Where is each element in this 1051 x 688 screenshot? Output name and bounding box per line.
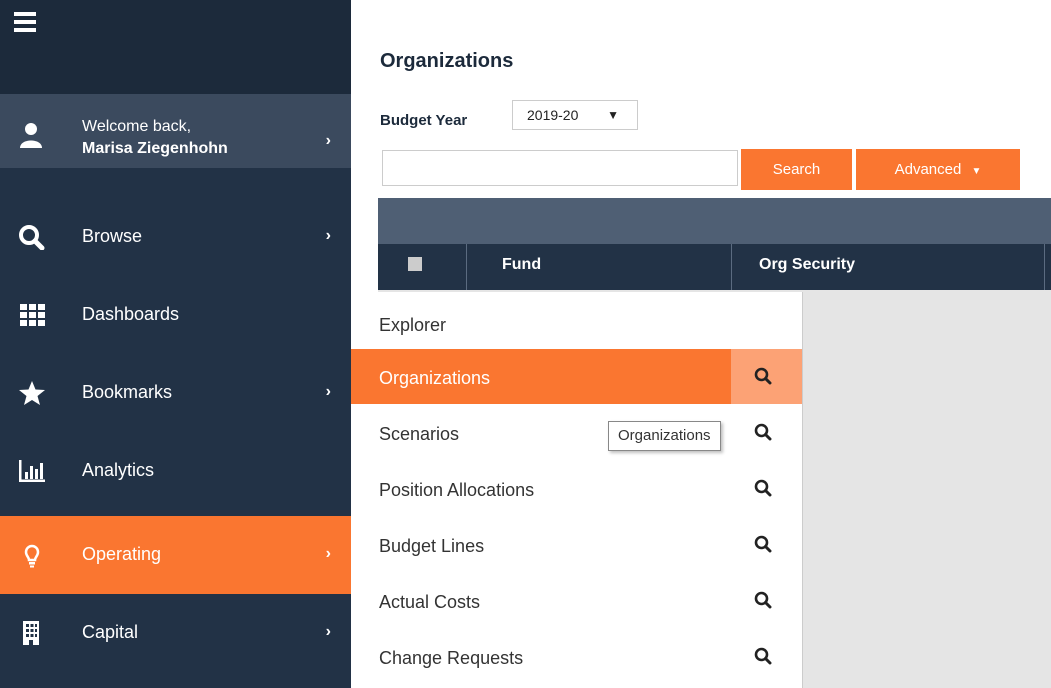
sidebar-item-bookmarks[interactable]: Bookmarks › bbox=[0, 354, 351, 432]
budget-year-label: Budget Year bbox=[380, 112, 468, 129]
menu-item-label: Budget Lines bbox=[379, 536, 485, 556]
search-icon[interactable] bbox=[754, 423, 772, 441]
search-input[interactable] bbox=[382, 150, 738, 186]
tooltip: Organizations bbox=[608, 421, 721, 451]
sidebar-item-browse[interactable]: Browse › bbox=[0, 198, 351, 276]
grid-icon bbox=[20, 304, 45, 326]
search-icon[interactable] bbox=[754, 367, 772, 385]
caret-down-icon: ▼ bbox=[607, 108, 619, 122]
sidebar-item-label: Analytics bbox=[82, 460, 155, 480]
column-divider bbox=[1044, 244, 1045, 290]
welcome-text: Welcome back, bbox=[82, 118, 192, 135]
menu-item-budget-lines[interactable]: Budget Lines bbox=[351, 517, 802, 572]
column-header-org-security[interactable]: Org Security bbox=[759, 256, 855, 274]
search-icon[interactable] bbox=[754, 647, 772, 665]
sidebar-item-label: Dashboards bbox=[82, 304, 180, 324]
user-icon bbox=[20, 123, 42, 148]
menu-item-label: Explorer bbox=[379, 315, 447, 335]
menu-item-position-allocations[interactable]: Position Allocations bbox=[351, 461, 802, 516]
sidebar-item-label: Capital bbox=[82, 622, 139, 642]
menu-item-label: Position Allocations bbox=[379, 480, 535, 500]
sidebar-item-label: Browse bbox=[82, 226, 143, 246]
sidebar-item-dashboards[interactable]: Dashboards bbox=[0, 276, 351, 354]
column-divider bbox=[466, 244, 467, 290]
bar-chart-icon bbox=[19, 460, 45, 482]
column-divider bbox=[731, 244, 732, 290]
menu-item-scenarios[interactable]: Scenarios bbox=[351, 405, 802, 460]
building-icon bbox=[23, 621, 39, 645]
search-icon[interactable] bbox=[754, 591, 772, 609]
star-icon bbox=[19, 381, 45, 405]
user-profile[interactable]: Welcome back, Marisa Ziegenhohn › bbox=[0, 94, 351, 168]
menu-item-explorer[interactable]: Explorer bbox=[351, 296, 802, 351]
menu-item-actual-costs[interactable]: Actual Costs bbox=[351, 573, 802, 628]
sidebar: Welcome back, Marisa Ziegenhohn › Browse… bbox=[0, 0, 351, 688]
grid-header-row: Fund Org Security bbox=[378, 244, 1051, 290]
sidebar-item-capital[interactable]: Capital › bbox=[0, 594, 351, 672]
menu-item-organizations[interactable]: Organizations bbox=[351, 349, 802, 404]
menu-item-label: Organizations bbox=[379, 368, 491, 388]
operating-submenu: Explorer Organizations Scenarios Positio… bbox=[351, 292, 803, 688]
search-icon[interactable] bbox=[754, 535, 772, 553]
menu-item-label: Change Requests bbox=[379, 648, 524, 668]
lightbulb-icon bbox=[24, 544, 40, 568]
menu-item-change-requests[interactable]: Change Requests bbox=[351, 629, 802, 684]
menu-item-label: Actual Costs bbox=[379, 592, 481, 612]
search-button[interactable]: Search bbox=[741, 149, 852, 190]
user-name: Marisa Ziegenhohn bbox=[82, 140, 228, 157]
sidebar-item-label: Bookmarks bbox=[82, 382, 173, 402]
grid-toolbar bbox=[378, 198, 1051, 244]
sidebar-top bbox=[0, 0, 351, 94]
select-all-checkbox[interactable] bbox=[408, 257, 422, 271]
search-icon[interactable] bbox=[754, 479, 772, 497]
chevron-right-icon: › bbox=[325, 623, 331, 640]
advanced-button[interactable]: Advanced ▼ bbox=[856, 149, 1020, 190]
advanced-button-label: Advanced bbox=[894, 161, 962, 178]
page-title: Organizations bbox=[380, 50, 514, 72]
chevron-right-icon: › bbox=[325, 545, 331, 562]
menu-item-label: Scenarios bbox=[379, 424, 460, 444]
column-header-fund[interactable]: Fund bbox=[502, 256, 541, 274]
chevron-right-icon: › bbox=[325, 227, 331, 244]
hamburger-menu-icon[interactable] bbox=[14, 12, 42, 36]
sidebar-item-label: Operating bbox=[82, 544, 162, 564]
caret-down-icon: ▼ bbox=[971, 166, 982, 177]
sidebar-item-operating[interactable]: Operating › bbox=[0, 516, 351, 594]
sidebar-item-analytics[interactable]: Analytics bbox=[0, 432, 351, 510]
chevron-right-icon: › bbox=[325, 383, 331, 400]
chevron-right-icon: › bbox=[325, 132, 331, 149]
budget-year-value: 2019-20 bbox=[527, 107, 579, 123]
search-icon bbox=[19, 225, 45, 250]
budget-year-select[interactable]: 2019-20 ▼ bbox=[512, 100, 638, 130]
